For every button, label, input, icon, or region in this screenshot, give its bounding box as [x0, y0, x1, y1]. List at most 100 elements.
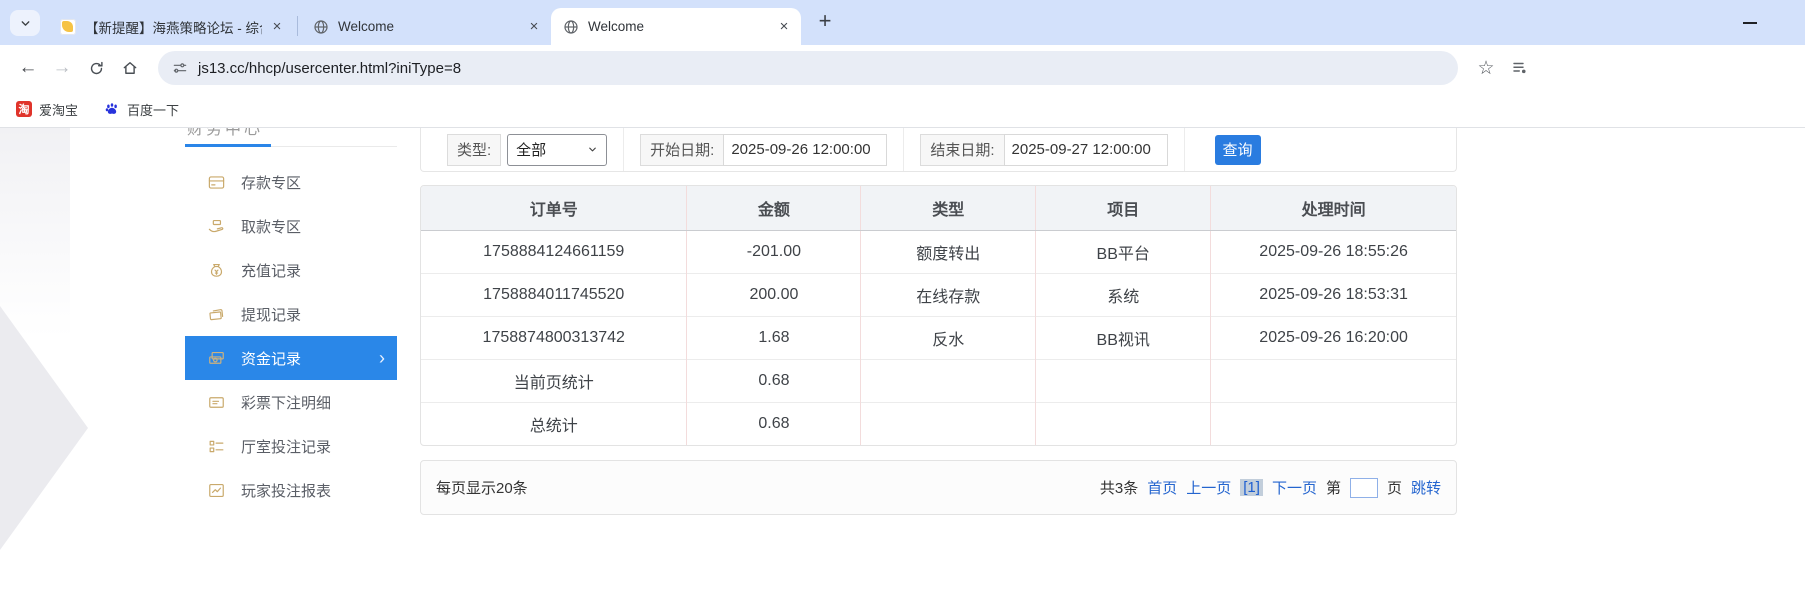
- sidebar-item-funds-records[interactable]: 资金记录 ›: [185, 336, 397, 380]
- forum-favicon: [60, 19, 76, 35]
- forum-favicon-blob: [62, 21, 73, 32]
- jump-button[interactable]: 跳转: [1411, 477, 1441, 498]
- cell-project: BB视讯: [1036, 316, 1211, 359]
- prev-page-link[interactable]: 上一页: [1186, 477, 1231, 498]
- table-row: 1758884011745520 200.00 在线存款 系统 2025-09-…: [421, 273, 1456, 316]
- address-bar[interactable]: js13.cc/hhcp/usercenter.html?iniType=8: [158, 51, 1458, 85]
- back-button[interactable]: ←: [14, 54, 42, 82]
- cell-amount: -201.00: [687, 230, 861, 273]
- current-page-indicator: [1]: [1240, 479, 1263, 496]
- reload-icon: [88, 60, 105, 77]
- cell-empty: [1036, 402, 1211, 445]
- sidebar-item-label: 资金记录: [241, 348, 301, 369]
- sidebar-item-label: 玩家投注报表: [241, 480, 331, 501]
- close-icon[interactable]: ×: [525, 18, 543, 36]
- sidebar-item-label: 充值记录: [241, 260, 301, 281]
- hall-list-icon: [207, 437, 226, 456]
- recharge-bag-icon: [207, 261, 226, 280]
- cell-order-no: 1758884011745520: [421, 273, 687, 316]
- sidebar-header-title: 财务中心: [187, 128, 263, 140]
- sidebar-item-deposit-zone[interactable]: 存款专区: [185, 160, 397, 204]
- filter-divider: [623, 128, 624, 171]
- sidebar-item-player-bet-report[interactable]: 玩家投注报表: [185, 468, 397, 512]
- bookmark-label: 爱淘宝: [39, 100, 78, 119]
- sidebar-item-withdrawal-records[interactable]: 提现记录: [185, 292, 397, 336]
- cell-time: 2025-09-26 18:55:26: [1211, 230, 1456, 273]
- pagination-controls: 共3条 首页 上一页 [1] 下一页 第 页 跳转: [1100, 477, 1441, 498]
- bookmarks-bar: 淘 爱淘宝 百度一下: [0, 91, 1805, 128]
- sidebar-item-label: 提现记录: [241, 304, 301, 325]
- type-select[interactable]: 全部: [507, 134, 607, 166]
- total-count-text: 共3条: [1100, 477, 1138, 498]
- minimize-button[interactable]: [1737, 10, 1763, 36]
- tab-strip: 【新提醒】海燕策略论坛 - 综合 × Welcome × Welcome × +: [0, 0, 1805, 45]
- home-icon: [121, 59, 139, 77]
- jump-page-input[interactable]: [1350, 478, 1378, 498]
- first-page-link[interactable]: 首页: [1147, 477, 1177, 498]
- column-header: 类型: [861, 186, 1036, 230]
- start-date-input[interactable]: [723, 134, 887, 166]
- tab-title: 【新提醒】海燕策略论坛 - 综合: [85, 17, 262, 37]
- type-select-value: 全部: [516, 139, 546, 160]
- search-button[interactable]: 查询: [1215, 135, 1261, 165]
- reading-list-button[interactable]: [1506, 54, 1534, 82]
- tab-search-button[interactable]: [10, 10, 40, 36]
- site-settings-icon: [172, 60, 188, 76]
- bookmark-star-button[interactable]: ☆: [1472, 54, 1500, 82]
- tab-welcome-2-active[interactable]: Welcome ×: [551, 8, 801, 45]
- sidebar-item-label: 取款专区: [241, 216, 301, 237]
- home-button[interactable]: [116, 54, 144, 82]
- bookmark-taobao[interactable]: 淘 爱淘宝: [16, 100, 78, 119]
- forward-button[interactable]: →: [48, 54, 76, 82]
- sidebar-item-recharge-records[interactable]: 充值记录: [185, 248, 397, 292]
- table-row-page-subtotal: 当前页统计 0.68: [421, 359, 1456, 402]
- background-triangle-decoration: [0, 306, 88, 550]
- tab-welcome-1[interactable]: Welcome ×: [301, 8, 551, 45]
- sidebar: 财务中心 存款专区 取款专区 充值记录 提现记录: [185, 128, 397, 512]
- report-chart-icon: [207, 481, 226, 500]
- close-icon[interactable]: ×: [775, 18, 793, 36]
- new-tab-button[interactable]: +: [811, 7, 839, 35]
- bookmark-baidu[interactable]: 百度一下: [104, 100, 179, 119]
- chevron-down-icon: [19, 17, 32, 30]
- browser-toolbar: ← → js13.cc/hhcp/usercenter.html?iniType…: [0, 45, 1805, 91]
- cell-type: 额度转出: [861, 230, 1036, 273]
- background-decoration: [0, 128, 70, 338]
- cell-total-label: 总统计: [421, 402, 687, 445]
- lottery-list-icon: [207, 393, 226, 412]
- select-caret-icon: [587, 144, 598, 155]
- webpage: 财务中心 存款专区 取款专区 充值记录 提现记录: [0, 128, 1805, 598]
- sidebar-header-tab[interactable]: 财务中心: [185, 128, 397, 147]
- tab-separator: [297, 16, 298, 36]
- next-page-link[interactable]: 下一页: [1272, 477, 1317, 498]
- reload-button[interactable]: [82, 54, 110, 82]
- sidebar-item-label: 存款专区: [241, 172, 301, 193]
- sidebar-item-hall-bet-records[interactable]: 厅室投注记录: [185, 424, 397, 468]
- cell-project: BB平台: [1036, 230, 1211, 273]
- globe-icon: [313, 19, 329, 35]
- sidebar-item-lottery-bet-details[interactable]: 彩票下注明细: [185, 380, 397, 424]
- filter-divider: [903, 128, 904, 171]
- sidebar-item-withdraw-zone[interactable]: 取款专区: [185, 204, 397, 248]
- funds-table: 订单号 金额 类型 项目 处理时间 1758884124661159 -201.…: [421, 186, 1456, 445]
- cell-time: 2025-09-26 18:53:31: [1211, 273, 1456, 316]
- withdraw-hand-icon: [207, 217, 226, 236]
- records-table-panel: 订单号 金额 类型 项目 处理时间 1758884124661159 -201.…: [420, 185, 1457, 446]
- end-date-input[interactable]: [1004, 134, 1168, 166]
- chevron-right-icon: ›: [379, 349, 385, 367]
- reading-list-icon: [1511, 59, 1529, 77]
- tab-forum[interactable]: 【新提醒】海燕策略论坛 - 综合 ×: [48, 8, 294, 45]
- pagination-bar: 每页显示20条 共3条 首页 上一页 [1] 下一页 第 页 跳转: [420, 460, 1457, 515]
- tab-title: Welcome: [588, 19, 769, 34]
- url-text: js13.cc/hhcp/usercenter.html?iniType=8: [198, 60, 461, 77]
- close-icon[interactable]: ×: [268, 18, 286, 36]
- taobao-icon: 淘: [16, 101, 32, 117]
- table-header-row: 订单号 金额 类型 项目 处理时间: [421, 186, 1456, 230]
- cell-empty: [1211, 402, 1456, 445]
- cell-subtotal-label: 当前页统计: [421, 359, 687, 402]
- column-header: 订单号: [421, 186, 687, 230]
- cell-amount: 0.68: [687, 402, 861, 445]
- funds-notes-icon: [207, 349, 226, 368]
- cell-empty: [861, 359, 1036, 402]
- start-date-label: 开始日期:: [640, 134, 723, 166]
